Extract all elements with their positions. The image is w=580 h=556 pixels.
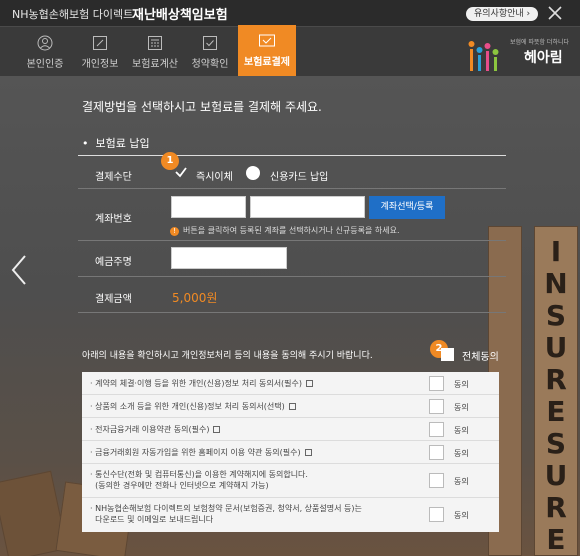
- step-label: 청약확인: [191, 59, 229, 70]
- step-subscription-check[interactable]: 청약확인: [181, 27, 239, 77]
- agreement-item: · NH농협손해보험 다이렉트의 보험청약 문서(보험증권, 청약서, 상품설명…: [82, 498, 499, 532]
- decor-letter: N: [544, 267, 568, 300]
- agreement-item: · 상품의 소개 등을 위한 개인(신용)정보 처리 동의서(선택) 동의: [82, 395, 499, 418]
- agreement-text[interactable]: · 금융거래회원 자동가입을 위한 홈페이지 이용 약관 동의(필수): [90, 447, 312, 458]
- agree-all-label[interactable]: 전체동의: [462, 348, 499, 363]
- agreement-checkbox[interactable]: [429, 473, 444, 488]
- section-divider: [78, 155, 506, 156]
- check-icon: [203, 36, 217, 50]
- external-link-icon: [304, 449, 312, 456]
- document-title: 재난배상책임보험: [132, 8, 228, 23]
- agree-label: 동의: [454, 511, 469, 520]
- close-icon[interactable]: [546, 4, 564, 22]
- logo-brand: 헤아림: [524, 50, 563, 66]
- agreement-text: · 통신수단(전화 및 컴퓨터통신)을 이용한 계약해지에 동의합니다. (동의…: [90, 470, 308, 490]
- payment-icon: [259, 34, 275, 47]
- account-select-button[interactable]: 계좌선택/등록: [369, 196, 445, 219]
- agreement-checkbox[interactable]: [429, 445, 444, 460]
- app-name: NH농협손해보험 다이렉트: [12, 8, 134, 21]
- agree-label: 동의: [454, 477, 469, 486]
- brand-logo: 보험에 따뜻함 더하니다 헤아림: [466, 31, 576, 75]
- agreement-checkbox[interactable]: [429, 422, 444, 437]
- agree-label: 동의: [454, 449, 469, 458]
- agreement-checkbox[interactable]: [429, 399, 444, 414]
- decor-letter: S: [545, 427, 567, 460]
- radio-label-transfer[interactable]: 즉시이체: [196, 168, 233, 183]
- step-badge-1: 1: [161, 152, 179, 170]
- external-link-icon: [288, 403, 296, 410]
- step-label: 보험료결제: [244, 57, 290, 68]
- agreement-checkbox[interactable]: [429, 507, 444, 522]
- section-title: • 보험료 납입: [82, 137, 150, 150]
- account-number-label: 계좌번호: [95, 214, 132, 225]
- stacked-blocks-letters: I N S U R E S U R E: [534, 226, 578, 556]
- account-number-input-1[interactable]: [171, 196, 246, 218]
- agree-label: 동의: [454, 426, 469, 435]
- step-premium-calc[interactable]: 보험료계산: [126, 27, 184, 77]
- decor-letter: E: [546, 523, 566, 556]
- amount-value: 5,000원: [172, 291, 218, 305]
- agree-all-checkbox[interactable]: [441, 348, 454, 361]
- logo-tagline: 보험에 따뜻함 더하니다: [510, 39, 570, 46]
- agree-label: 동의: [454, 380, 469, 389]
- edit-icon: [93, 36, 107, 50]
- agreement-text[interactable]: · 상품의 소개 등을 위한 개인(신용)정보 처리 동의서(선택): [90, 401, 296, 412]
- decor-letter: R: [545, 363, 567, 396]
- row-divider: [78, 312, 506, 313]
- step-label: 본인인증: [26, 59, 64, 70]
- calculator-icon: [148, 36, 162, 50]
- agreement-checkbox[interactable]: [429, 376, 444, 391]
- page-heading: 결제방법을 선택하시고 보험료를 결제해 주세요.: [82, 100, 322, 114]
- agreement-text[interactable]: · 전자금융거래 이용약관 동의(필수): [90, 424, 221, 435]
- depositor-input[interactable]: [171, 247, 287, 269]
- notice-button[interactable]: 유의사항안내 ›: [466, 7, 539, 21]
- title-bar: NH농협손해보험 다이렉트 재난배상책임보험 유의사항안내 ›: [0, 0, 580, 26]
- agreement-text[interactable]: · 계약의 체결·이행 등을 위한 개인(신용)정보 처리 동의서(필수): [90, 378, 314, 389]
- account-number-input-2[interactable]: [250, 196, 365, 218]
- decor-letter: U: [544, 459, 568, 492]
- decor-letter: I: [550, 235, 562, 268]
- step-identity[interactable]: 본인인증: [16, 27, 74, 77]
- decor-letter: E: [546, 395, 566, 428]
- row-divider: [78, 240, 506, 241]
- agreement-item: · 금융거래회원 자동가입을 위한 홈페이지 이용 약관 동의(필수) 동의: [82, 441, 499, 464]
- payment-method-label: 결제수단: [95, 172, 132, 183]
- row-divider: [78, 276, 506, 277]
- step-navigation: 본인인증 개인정보 보험료계산 청약확인 보험료결제 보험에 따뜻함 더하니다 …: [0, 25, 580, 77]
- agreement-item: · 전자금융거래 이용약관 동의(필수) 동의: [82, 418, 499, 441]
- agreement-text: · NH농협손해보험 다이렉트의 보험청약 문서(보험증권, 청약서, 상품설명…: [90, 504, 362, 524]
- decor-letter: S: [545, 299, 567, 332]
- person-icon: [37, 35, 53, 51]
- account-hint: ! 버튼을 클릭하여 등록된 계좌를 선택하시거나 신규등록을 하세요.: [170, 225, 400, 236]
- info-icon: !: [170, 227, 179, 236]
- radio-label-credit-card[interactable]: 신용카드 납입: [270, 168, 328, 183]
- external-link-icon: [306, 380, 314, 387]
- agree-label: 동의: [454, 403, 469, 412]
- agreement-list: · 계약의 체결·이행 등을 위한 개인(신용)정보 처리 동의서(필수) 동의…: [82, 372, 499, 532]
- step-label: 개인정보: [81, 59, 119, 70]
- agreement-item: · 통신수단(전화 및 컴퓨터통신)을 이용한 계약해지에 동의합니다. (동의…: [82, 464, 499, 498]
- step-label: 보험료계산: [132, 59, 178, 70]
- decor-letter: U: [544, 331, 568, 364]
- agreement-instruction: 아래의 내용을 확인하시고 개인정보처리 등의 내용을 동의해 주시기 바랍니다…: [82, 351, 373, 361]
- prev-arrow-icon[interactable]: [10, 254, 28, 286]
- logo-figures-icon: [468, 41, 499, 71]
- step-payment[interactable]: 보험료결제: [238, 25, 296, 77]
- row-divider: [78, 188, 506, 189]
- radio-credit-card[interactable]: [246, 166, 260, 180]
- depositor-label: 예금주명: [95, 257, 132, 268]
- amount-label: 결제금액: [95, 294, 132, 305]
- external-link-icon: [213, 426, 221, 433]
- decor-letter: R: [545, 491, 567, 524]
- step-personal-info[interactable]: 개인정보: [71, 27, 129, 77]
- agreement-item: · 계약의 체결·이행 등을 위한 개인(신용)정보 처리 동의서(필수) 동의: [82, 372, 499, 395]
